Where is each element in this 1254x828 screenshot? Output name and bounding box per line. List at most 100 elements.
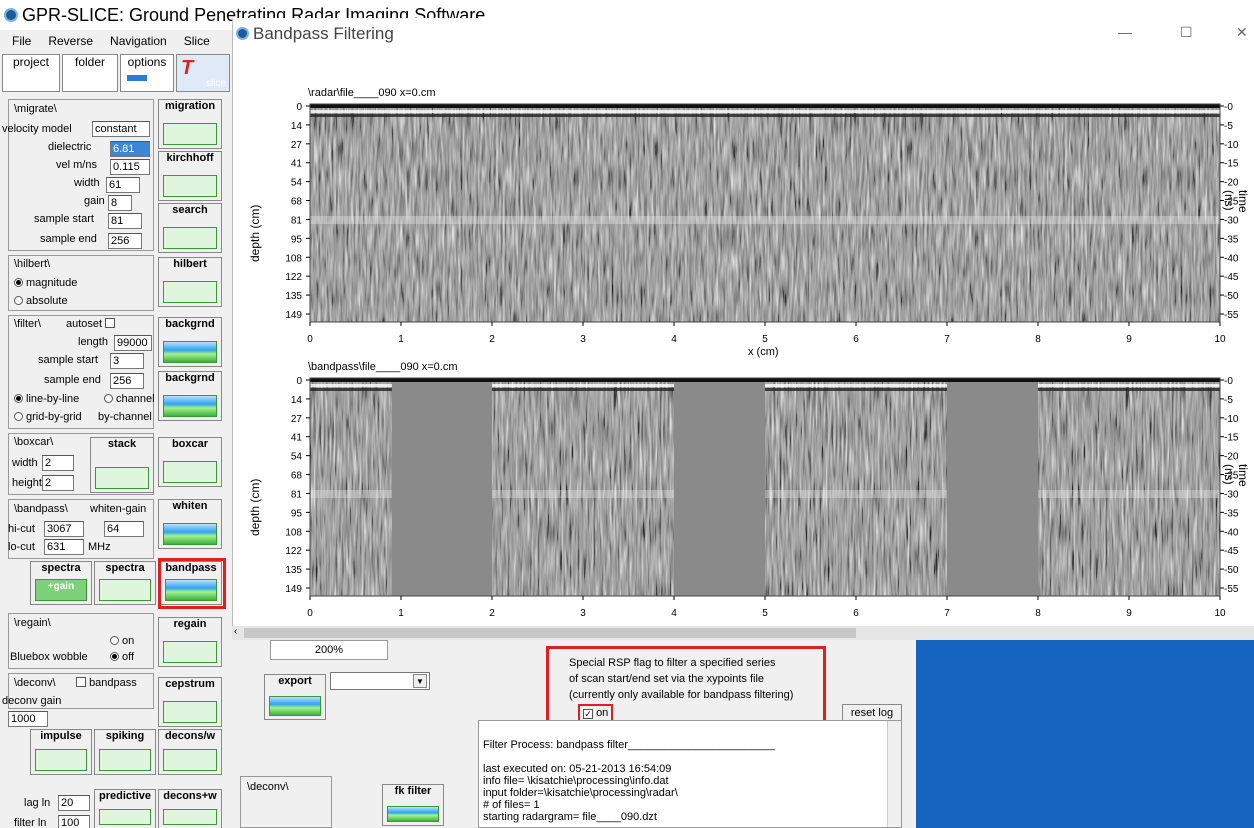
plot1-reflector-band	[310, 216, 1220, 224]
menu-file[interactable]: File	[12, 34, 31, 48]
sample-end-input[interactable]: 256	[108, 233, 142, 249]
plot2-ytick-label: 54	[291, 452, 303, 463]
locut-input[interactable]: 631	[44, 539, 84, 555]
kirchhoff-button[interactable]: kirchhoff	[158, 151, 222, 201]
project-button[interactable]: project	[2, 54, 60, 92]
log-scrollbar[interactable]	[887, 721, 901, 827]
slice-button[interactable]: T slice	[176, 54, 230, 92]
migration-button[interactable]: migration	[158, 99, 222, 149]
plot1-xtick-label: 0	[307, 334, 313, 345]
decons-w2-button[interactable]: decons+w	[158, 789, 222, 828]
regain-button[interactable]: regain	[158, 617, 222, 667]
predictive-button[interactable]: predictive	[94, 789, 156, 828]
minimize-button[interactable]: —	[1118, 24, 1132, 40]
spiking-button[interactable]: spiking	[94, 729, 156, 775]
regain-on-radio[interactable]: on	[110, 635, 134, 647]
search-button[interactable]: search	[158, 203, 222, 253]
migration-icon	[163, 123, 217, 145]
scroll-left-icon[interactable]: ‹	[234, 626, 237, 637]
deconv-bandpass-checkbox[interactable]: bandpass	[76, 677, 137, 689]
plot1-direct-wave-dark	[310, 104, 1220, 108]
filter-sample-start-input[interactable]: 3	[110, 353, 144, 369]
menu-reverse[interactable]: Reverse	[48, 34, 93, 48]
plot1-radargram-image	[310, 104, 1220, 322]
boxcar-width-input[interactable]: 2	[42, 455, 74, 471]
options-button[interactable]: options	[120, 54, 174, 92]
whiten-gain-label: whiten-gain	[90, 503, 147, 515]
export-button[interactable]: export	[264, 674, 326, 720]
log-line: starting radargram= file____090.dzt	[483, 811, 657, 823]
plot1-y2tick-label: -15	[1224, 159, 1239, 170]
whiten-button[interactable]: whiten	[158, 499, 222, 549]
gain-input[interactable]: 8	[108, 195, 132, 211]
zoom-field[interactable]: 200%	[270, 640, 388, 660]
cepstrum-button[interactable]: cepstrum	[158, 677, 222, 727]
app-logo-icon	[4, 8, 18, 22]
plot1-y2tick-label: -45	[1224, 272, 1239, 283]
filter-ln-input[interactable]: 100	[58, 815, 90, 828]
backgrnd-m-button[interactable]: backgrnd	[158, 371, 222, 421]
lag-input[interactable]: 20	[58, 795, 90, 811]
plot2-y2tick-label: -40	[1224, 527, 1239, 538]
hilbert-button[interactable]: hilbert	[158, 257, 222, 307]
bandpass-window-title: Bandpass Filtering	[236, 24, 394, 44]
spectra-gain-button[interactable]: spectra +gain	[30, 561, 92, 605]
vel-input[interactable]: 0.115	[110, 159, 150, 175]
hicut-input[interactable]: 3067	[44, 521, 84, 537]
bandpass-window-icon	[236, 27, 249, 40]
regain-off-radio[interactable]: off	[110, 651, 134, 663]
dielectric-input[interactable]: 6.81	[110, 141, 150, 157]
width-input[interactable]: 61	[106, 177, 140, 193]
plot2-y2tick-label: -5	[1224, 395, 1233, 406]
spectra-button[interactable]: spectra	[94, 561, 156, 605]
boxcar-height-input[interactable]: 2	[42, 475, 74, 491]
plot2-y2tick-label: -50	[1224, 565, 1239, 576]
plot1-xtick-label: 8	[1035, 334, 1041, 345]
plot2-direct-wave-dark	[310, 378, 1220, 382]
dropdown-arrow-icon[interactable]: ▼	[413, 674, 427, 688]
line-by-line-radio[interactable]: line-by-line	[14, 393, 79, 405]
boxcar-button[interactable]: boxcar	[158, 437, 222, 487]
autoset-checkbox[interactable]: autoset	[66, 318, 116, 330]
deconv-gain-input[interactable]: 1000	[8, 711, 48, 727]
menu-slice[interactable]: Slice	[184, 34, 210, 48]
lag-label: lag ln	[24, 797, 51, 809]
spectra-icon	[99, 579, 151, 601]
export-format-select[interactable]: ▼	[330, 672, 430, 690]
deconv-gain-label: deconv gain	[2, 695, 62, 707]
folder-button[interactable]: folder	[62, 54, 118, 92]
sample-start-input[interactable]: 81	[108, 213, 142, 229]
magnitude-radio[interactable]: magnitude	[14, 277, 77, 289]
cepstrum-icon	[163, 701, 217, 723]
filter-sample-end-label: sample end	[44, 374, 101, 386]
scrollbar-thumb[interactable]	[244, 628, 856, 638]
plot2-ytick-label: 14	[291, 395, 303, 406]
grid-by-grid-radio[interactable]: grid-by-grid	[14, 411, 82, 423]
gain-label: gain	[84, 195, 105, 207]
velocity-model-select[interactable]: constant	[92, 121, 150, 137]
impulse-button[interactable]: impulse	[30, 729, 92, 775]
length-input[interactable]: 99000	[114, 335, 152, 351]
menu-navigation[interactable]: Navigation	[110, 34, 167, 48]
plot1-xtick-label: 4	[671, 334, 677, 345]
channel-radio[interactable]: channel	[104, 393, 155, 405]
close-button[interactable]: ✕	[1236, 24, 1248, 41]
stack-button[interactable]: stack	[90, 437, 154, 493]
rsp-text-line2: of scan start/end set via the xypoints f…	[569, 673, 765, 685]
plot2-xtick-label: 0	[307, 608, 313, 619]
plot2-ytick-label: 0	[296, 376, 302, 387]
absolute-radio[interactable]: absolute	[14, 295, 68, 307]
decons-w-button[interactable]: decons/w	[158, 729, 222, 775]
plot1-direct-wave-light	[310, 110, 1220, 113]
fk-filter-button[interactable]: fk filter	[382, 784, 444, 826]
plot1-ytick-label: 122	[285, 272, 302, 283]
sample-end-label: sample end	[40, 233, 97, 245]
plot1-ytick-label: 81	[291, 215, 303, 226]
plot2-xtick-label: 2	[489, 608, 495, 619]
backgrnd-button[interactable]: backgrnd	[158, 317, 222, 367]
maximize-button[interactable]: ☐	[1180, 24, 1193, 41]
whiten-gain-input[interactable]: 64	[104, 521, 144, 537]
plot1-ytick-label: 54	[291, 178, 303, 189]
filter-sample-end-input[interactable]: 256	[110, 373, 144, 389]
